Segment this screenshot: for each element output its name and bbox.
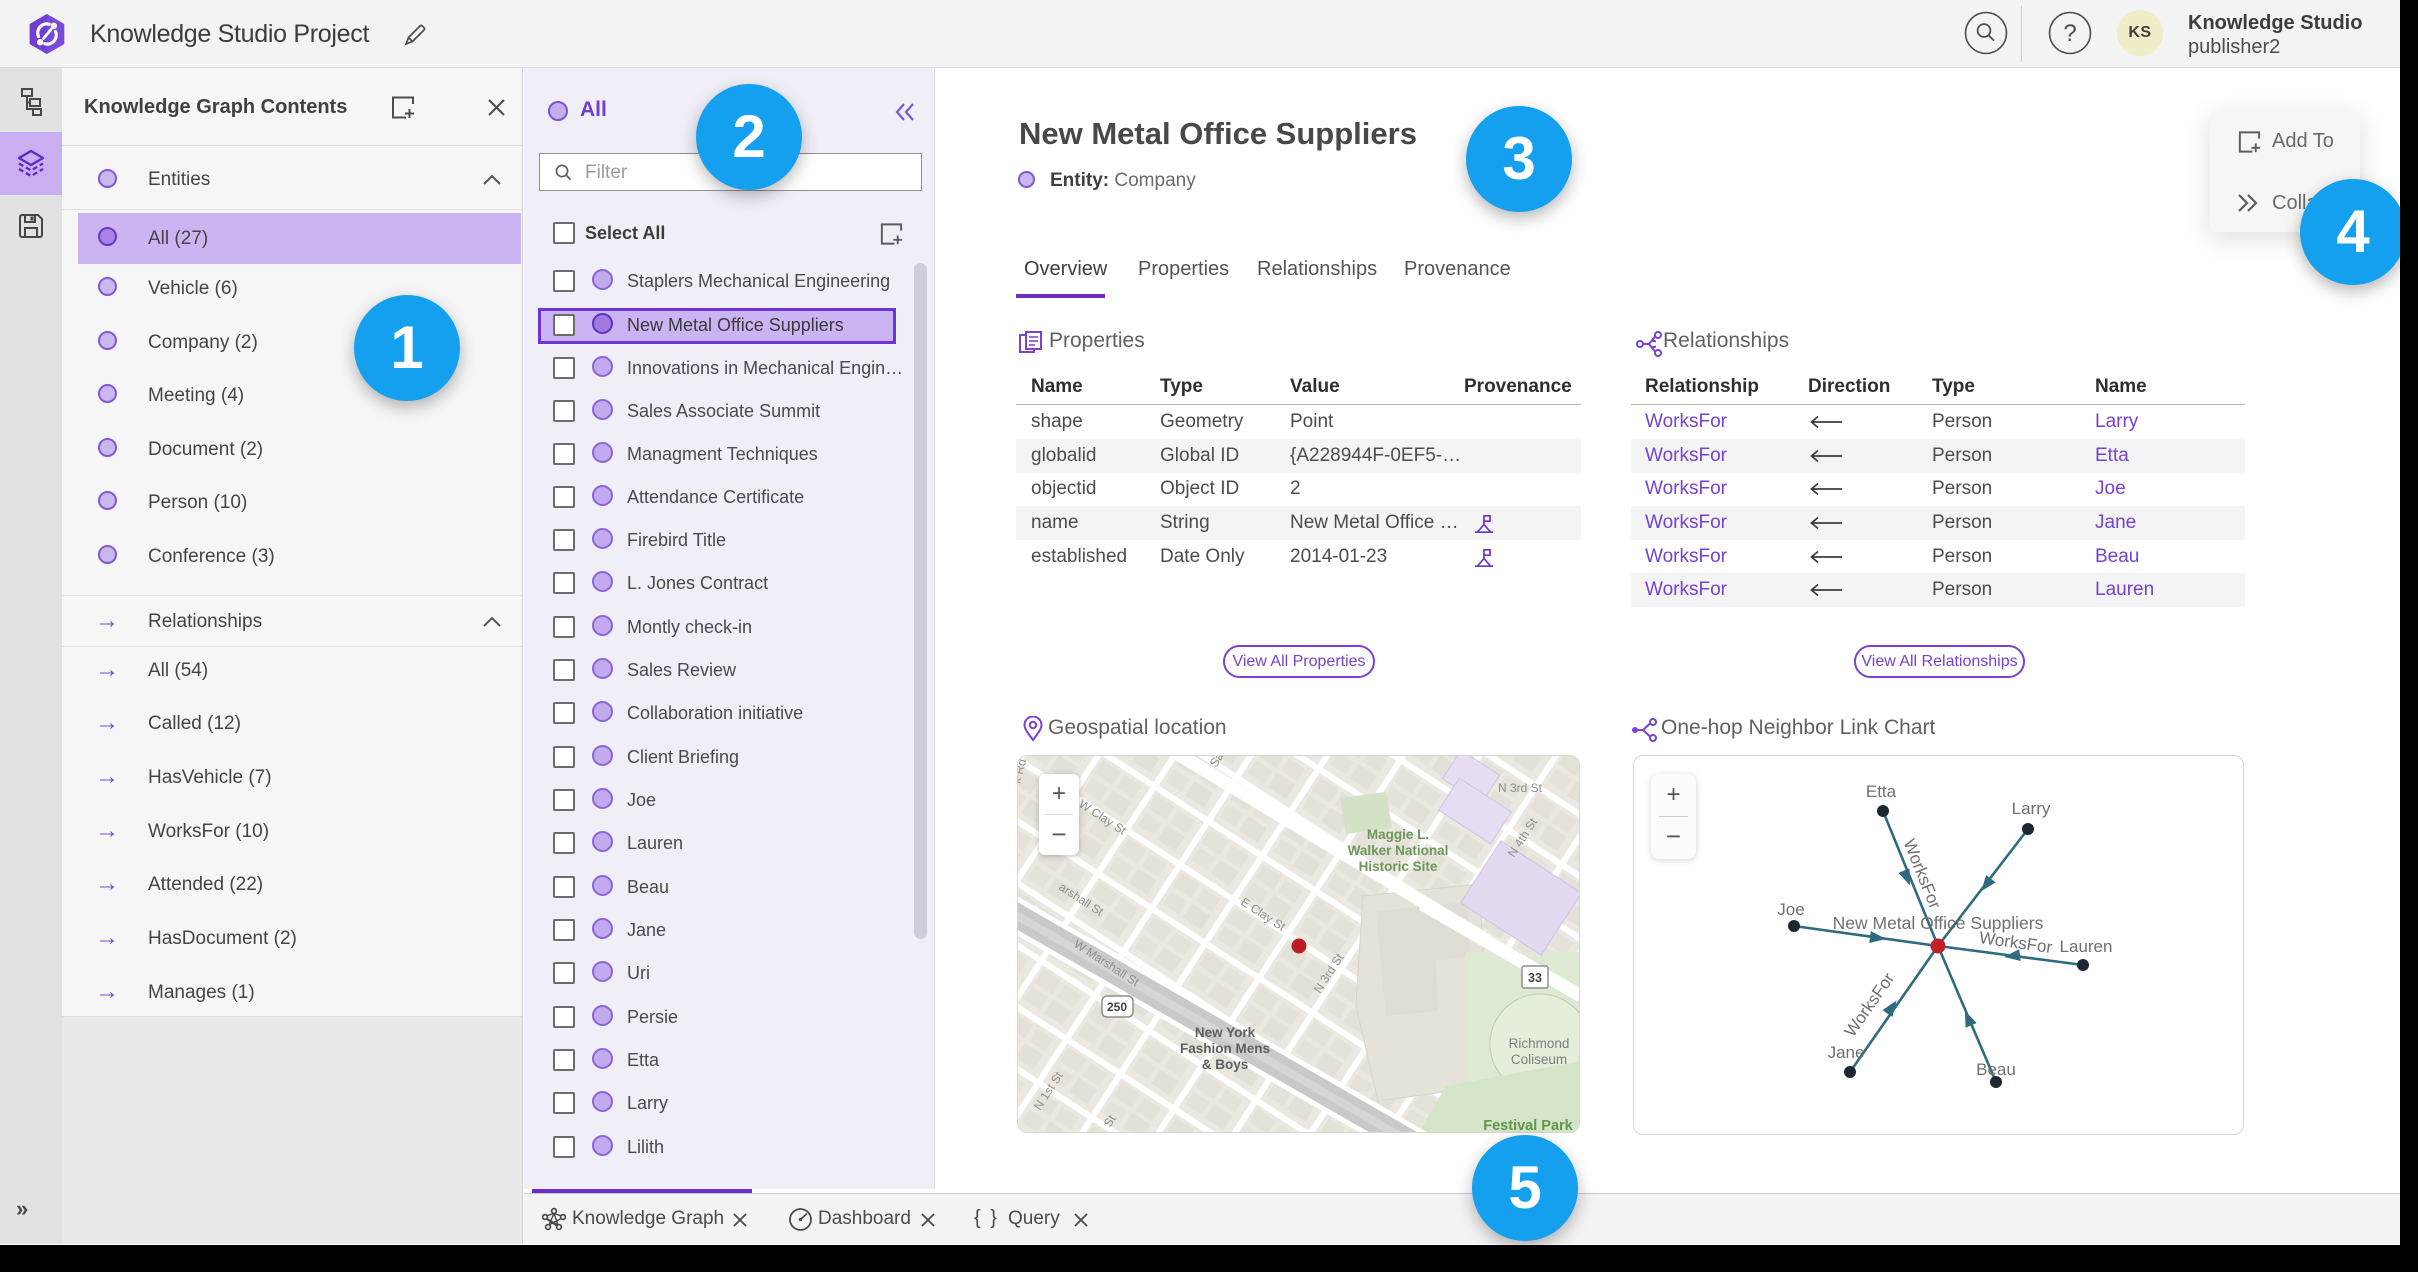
svg-text:Jane: Jane — [1828, 1043, 1865, 1062]
svg-text:Joe: Joe — [1777, 900, 1804, 919]
svg-text:& Boys: & Boys — [1202, 1057, 1249, 1072]
svg-text:33: 33 — [1528, 971, 1542, 985]
svg-text:Festival Park: Festival Park — [1483, 1118, 1573, 1133]
svg-text:?: ? — [2063, 20, 2076, 47]
svg-text:Coliseum: Coliseum — [1511, 1052, 1567, 1067]
svg-text:Walker National: Walker National — [1348, 843, 1449, 858]
svg-text:New Metal Office Suppliers: New Metal Office Suppliers — [1833, 913, 2044, 933]
svg-text:N 3rd St: N 3rd St — [1498, 781, 1543, 795]
svg-text:Larry: Larry — [2012, 799, 2051, 818]
svg-text:Historic Site: Historic Site — [1359, 859, 1438, 874]
svg-text:Fashion Mens: Fashion Mens — [1180, 1041, 1270, 1056]
svg-text:Lauren: Lauren — [2060, 937, 2113, 956]
svg-text:New York: New York — [1195, 1025, 1256, 1040]
svg-text:Richmond: Richmond — [1509, 1036, 1570, 1051]
svg-text:WorksFor: WorksFor — [1841, 969, 1899, 1040]
svg-text:250: 250 — [1107, 1000, 1127, 1014]
svg-text:Beau: Beau — [1976, 1060, 2016, 1079]
svg-text:Etta: Etta — [1866, 782, 1897, 801]
svg-text:Maggie L.: Maggie L. — [1367, 827, 1429, 842]
